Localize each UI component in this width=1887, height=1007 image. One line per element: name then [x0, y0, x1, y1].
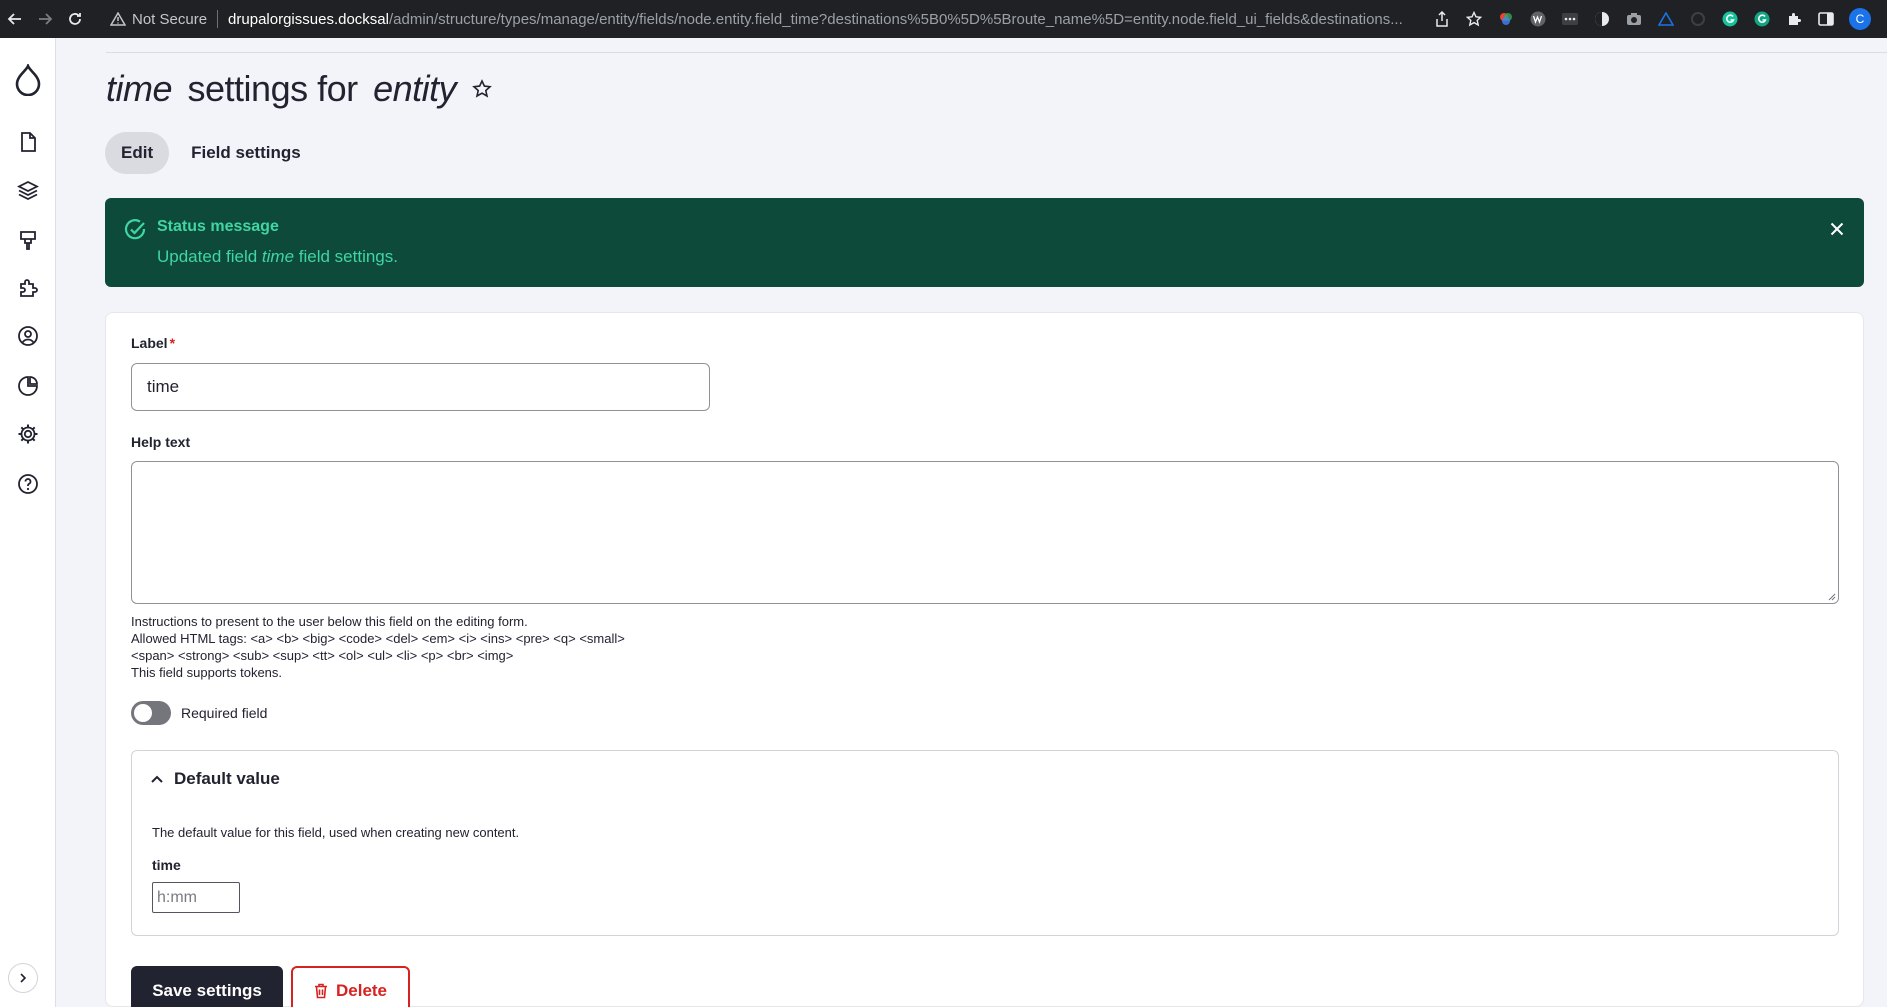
- side-panel-icon[interactable]: [1817, 10, 1835, 28]
- status-body-suffix: field settings.: [294, 247, 398, 266]
- required-field-label[interactable]: Required field: [181, 705, 267, 721]
- delete-label: Delete: [335, 981, 388, 1000]
- chevron-up-icon: [151, 775, 163, 783]
- reload-button[interactable]: [60, 0, 90, 38]
- appearance-icon[interactable]: [10, 222, 46, 258]
- expand-sidebar-button[interactable]: [8, 963, 38, 993]
- address-bar[interactable]: Not Secure drupalorgissues.docksal /admi…: [110, 0, 1413, 38]
- tab-field-settings[interactable]: Field settings: [175, 132, 317, 174]
- help-text-description: Instructions to present to the user belo…: [131, 613, 625, 681]
- browser-toolbar: Not Secure drupalorgissues.docksal /admi…: [0, 0, 1887, 38]
- help-desc-line: This field supports tokens.: [131, 665, 283, 680]
- toggle-knob: [134, 704, 152, 722]
- browser-extensions: C: [1413, 8, 1887, 30]
- people-icon[interactable]: [10, 318, 46, 354]
- help-text-textarea[interactable]: [131, 461, 1839, 604]
- required-marker: *: [169, 335, 176, 351]
- extension-triangle-icon[interactable]: [1657, 10, 1675, 28]
- page-title-entity: entity: [373, 68, 457, 109]
- reports-icon[interactable]: [10, 368, 46, 404]
- save-settings-button[interactable]: Save settings: [131, 966, 283, 1007]
- help-text-label: Help text: [131, 434, 191, 450]
- delete-button[interactable]: Delete: [291, 966, 410, 1007]
- extend-icon[interactable]: [10, 270, 46, 306]
- help-desc-line: Instructions to present to the user belo…: [131, 614, 528, 629]
- security-text: Not Secure: [132, 10, 208, 28]
- close-icon: [1830, 222, 1844, 236]
- profile-avatar[interactable]: C: [1849, 8, 1871, 30]
- required-field-toggle[interactable]: [131, 701, 171, 725]
- status-body-field: time: [261, 247, 295, 266]
- time-input[interactable]: h:mm: [152, 882, 240, 913]
- help-desc-line: <span> <strong> <sub> <sup> <tt> <ol> <u…: [131, 648, 514, 663]
- share-icon[interactable]: [1433, 10, 1451, 28]
- drupal-logo-icon[interactable]: [8, 60, 48, 100]
- default-value-description: The default value for this field, used w…: [152, 825, 520, 840]
- grammarly-go-icon[interactable]: [1753, 10, 1771, 28]
- header-divider: [106, 52, 1887, 53]
- extension-contrast-icon[interactable]: [1593, 10, 1611, 28]
- status-body: Updated field time field settings.: [157, 247, 398, 267]
- page-title-middle: settings for: [178, 68, 368, 109]
- configuration-gear-icon[interactable]: [10, 416, 46, 452]
- field-settings-form: Label * time Help text Instructions to pr…: [105, 312, 1864, 1007]
- extension-colorful-icon[interactable]: [1497, 10, 1515, 28]
- puzzle-extensions-icon[interactable]: [1785, 10, 1803, 28]
- default-value-details: Default value The default value for this…: [131, 750, 1839, 936]
- help-icon[interactable]: [10, 466, 46, 502]
- content-icon[interactable]: [10, 124, 46, 160]
- url-path: /admin/structure/types/manage/entity/fie…: [388, 10, 1403, 28]
- close-status-button[interactable]: [1826, 218, 1848, 240]
- warning-icon: [110, 12, 126, 26]
- forward-button[interactable]: [30, 0, 60, 38]
- url-host: drupalorgissues.docksal: [228, 10, 389, 28]
- extension-wv-icon[interactable]: [1529, 10, 1547, 28]
- default-value-summary[interactable]: Default value: [150, 769, 280, 789]
- extension-dots-icon[interactable]: [1561, 10, 1579, 28]
- page-title-field: time: [106, 68, 173, 109]
- bookmark-star-icon[interactable]: [1465, 10, 1483, 28]
- extension-camera-icon[interactable]: [1625, 10, 1643, 28]
- status-body-prefix: Updated field: [157, 247, 262, 266]
- trash-icon: [314, 983, 327, 999]
- primary-tabs: Edit Field settings: [105, 132, 317, 174]
- page-title: time settings for entity: [106, 68, 493, 110]
- required-field-row: Required field: [131, 701, 267, 725]
- status-message: Status message Updated field time field …: [105, 198, 1864, 287]
- shortcut-star-icon[interactable]: [472, 79, 493, 99]
- label-field-label-text: Label: [131, 335, 168, 351]
- structure-icon[interactable]: [10, 172, 46, 208]
- help-desc-line: Allowed HTML tags: <a> <b> <big> <code> …: [131, 631, 625, 646]
- extension-circle-icon[interactable]: [1689, 10, 1707, 28]
- status-title: Status message: [157, 218, 279, 235]
- admin-sidebar: [0, 38, 56, 1007]
- back-button[interactable]: [0, 0, 30, 38]
- label-field-label: Label *: [131, 335, 175, 351]
- tab-edit[interactable]: Edit: [105, 132, 170, 174]
- address-divider: [217, 10, 219, 28]
- grammarly-icon[interactable]: [1721, 10, 1739, 28]
- time-label: time: [152, 857, 181, 873]
- check-circle-icon: [123, 218, 147, 247]
- label-input[interactable]: time: [131, 363, 710, 411]
- resize-grip-icon: [1828, 593, 1836, 601]
- security-indicator[interactable]: Not Secure: [110, 11, 207, 28]
- main-content: time settings for entity Edit Field sett…: [56, 38, 1887, 1007]
- reload-icon: [69, 13, 81, 25]
- default-value-title: Default value: [174, 769, 280, 788]
- arrow-right-icon: [39, 13, 53, 25]
- chevron-right-icon: [20, 973, 27, 983]
- arrow-left-icon: [7, 13, 21, 25]
